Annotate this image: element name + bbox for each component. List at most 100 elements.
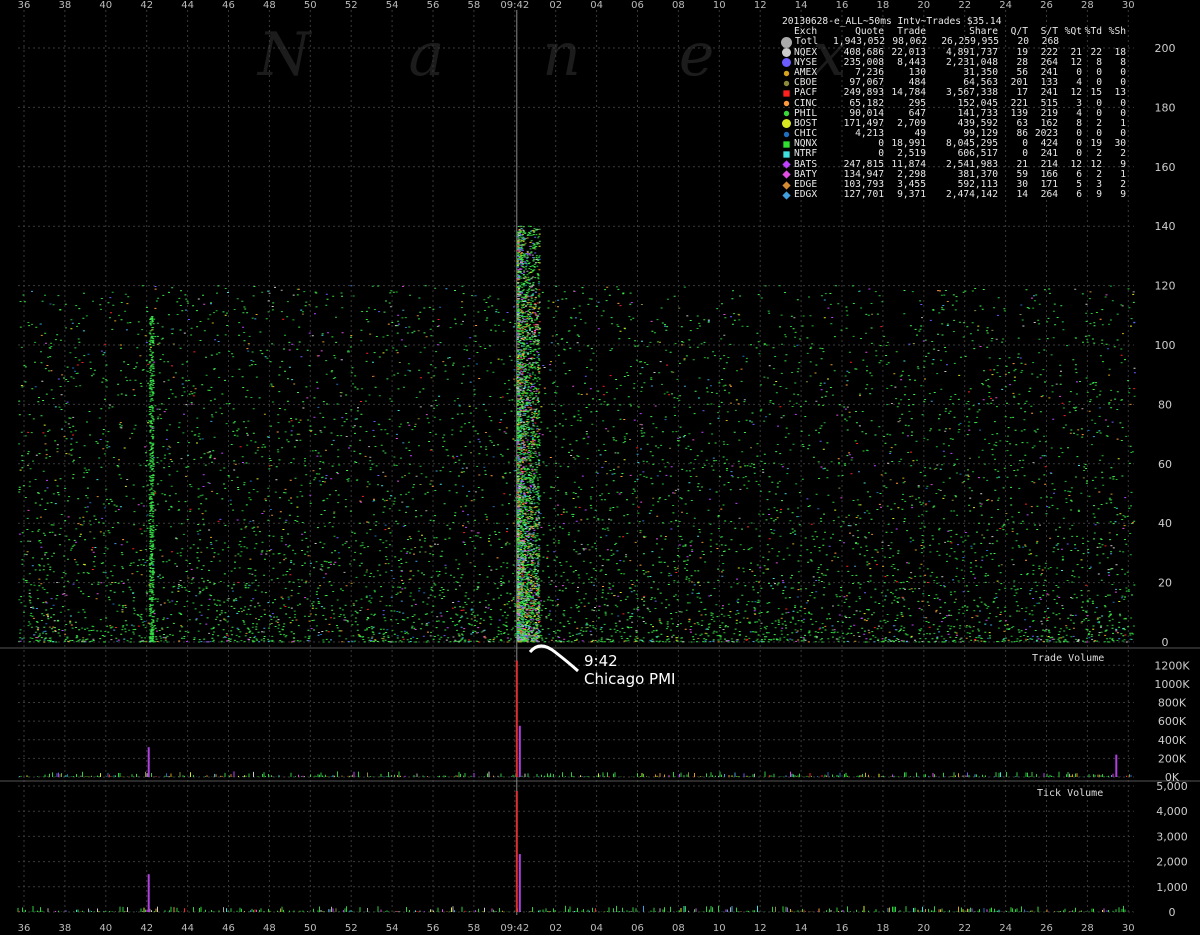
x-tick-top: 46	[222, 0, 235, 11]
stats-cell-t: 9,371	[897, 189, 926, 201]
trade-volume-bars	[64, 772, 1132, 777]
scatter-points	[26, 232, 1126, 643]
x-tick-bottom: 02	[549, 923, 562, 934]
y-tick-main: 160	[1155, 161, 1176, 174]
x-tick-bottom: 14	[795, 923, 808, 934]
trade-volume-bars	[19, 772, 1001, 777]
y-tick-volume: 1000K	[1154, 678, 1190, 691]
tick-volume-bars	[98, 905, 1103, 912]
exchange-marker-icon	[783, 111, 790, 117]
exchange-marker-icon	[782, 170, 791, 180]
y-tick-main: 180	[1155, 101, 1176, 114]
stats-cell-q: 4,213	[855, 128, 884, 140]
x-tick-top: 48	[263, 0, 276, 11]
exchange-marker-icon	[782, 191, 791, 200]
event-annotation: 9:42 Chicago PMI	[584, 652, 675, 688]
tick-volume-bars	[80, 908, 1081, 912]
stats-cell-ex: PACF	[794, 87, 818, 99]
exchange-marker-icon	[783, 80, 790, 86]
tick-volume-bars	[47, 906, 1133, 912]
exchange-marker-icon	[783, 141, 790, 148]
x-tick-top: 06	[631, 0, 644, 11]
stats-cell-qt: 14	[1016, 189, 1028, 201]
x-tick-top: 54	[386, 0, 399, 11]
stats-cell-st: 241	[1040, 87, 1058, 99]
x-tick-top: 36	[18, 0, 31, 11]
x-tick-top: 20	[917, 0, 930, 11]
x-tick-bottom: 08	[672, 923, 685, 934]
exchange-marker-icon	[782, 160, 791, 169]
y-tick-main: 40	[1158, 517, 1172, 530]
x-tick-top: 16	[836, 0, 849, 11]
x-tick-top: 12	[754, 0, 767, 11]
x-tick-bottom: 58	[468, 923, 481, 934]
stats-row: EDGX 127,701 9,371 2,474,142 14 264 6 9 9	[782, 189, 1127, 201]
scatter-points	[27, 226, 1113, 643]
y-tick-main: 80	[1158, 398, 1172, 411]
x-tick-bottom: 42	[140, 923, 153, 934]
tick-volume-layer	[17, 791, 1133, 912]
x-tick-bottom: 12	[754, 923, 767, 934]
x-tick-bottom: 28	[1081, 923, 1094, 934]
x-tick-bottom: 18	[877, 923, 890, 934]
event-time-label: 9:42	[584, 652, 618, 670]
x-tick-top: 14	[795, 0, 808, 11]
scatter-points	[18, 226, 1135, 643]
scatter-points	[32, 237, 1132, 643]
x-tick-bottom: 56	[427, 923, 440, 934]
y-tick-volume: 600K	[1158, 715, 1187, 728]
y-tick-tick: 3,000	[1156, 830, 1188, 843]
x-tick-bottom: 46	[222, 923, 235, 934]
x-tick-top: 02	[549, 0, 562, 11]
stats-cell-s: 3,567,338	[946, 87, 998, 99]
x-tick-bottom: 24	[999, 923, 1012, 934]
stats-cell-qt: 17	[1016, 87, 1028, 99]
x-tick-top: 56	[427, 0, 440, 11]
x-tick-top: 26	[1040, 0, 1053, 11]
trade-volume-bars	[41, 771, 1114, 777]
x-tick-bottom: 16	[836, 923, 849, 934]
y-tick-tick: 0	[1169, 906, 1176, 919]
scatter-points	[18, 237, 1127, 643]
exchange-marker-icon	[783, 151, 790, 158]
y-tick-tick: 1,000	[1156, 881, 1188, 894]
exchange-marker-icon	[782, 180, 791, 190]
scatter-points	[19, 230, 1135, 643]
trade-volume-bars	[122, 771, 1130, 777]
y-tick-volume: 200K	[1158, 752, 1187, 765]
exchange-marker-icon	[783, 131, 790, 137]
x-tick-top: 09:42	[500, 0, 529, 11]
exchange-stats-table: 20130628-e_ALL~50ms Intv~Trades $35.14 E…	[781, 16, 1127, 201]
trade-volume-bars	[152, 773, 967, 777]
x-tick-bottom: 36	[18, 923, 31, 934]
y-tick-tick: 5,000	[1156, 780, 1188, 793]
scatter-points	[21, 228, 1121, 643]
x-tick-bottom: 09:42	[500, 923, 529, 934]
x-tick-top: 58	[468, 0, 481, 11]
stats-cell-xt: 15	[1090, 87, 1102, 99]
y-tick-main: 100	[1155, 339, 1176, 352]
scatter-points	[19, 230, 1127, 643]
x-tick-bottom: 30	[1122, 923, 1135, 934]
x-tick-bottom: 26	[1040, 923, 1053, 934]
exchange-marker-icon	[783, 70, 790, 76]
x-tick-top: 22	[958, 0, 971, 11]
x-tick-top: 52	[345, 0, 358, 11]
trade-volume-bars	[44, 773, 896, 777]
header-spacer	[782, 28, 791, 37]
x-tick-bottom: 06	[631, 923, 644, 934]
x-tick-top: 04	[590, 0, 603, 11]
scatter-points	[19, 228, 1134, 643]
x-tick-bottom: 40	[99, 923, 112, 934]
annotation-arrow	[528, 644, 580, 673]
stats-row: PACF 249,893 14,784 3,567,338 17 241 12 15 13	[782, 88, 1127, 98]
y-tick-tick: 4,000	[1156, 805, 1188, 818]
stats-cell-ex: EDGX	[794, 189, 818, 201]
y-tick-volume: 800K	[1158, 697, 1187, 710]
stats-cell-q: 249,893	[843, 87, 884, 99]
stats-cell-s: 2,474,142	[946, 189, 998, 201]
x-tick-top: 50	[304, 0, 317, 11]
x-tick-top: 38	[59, 0, 72, 11]
stats-cell-st: 264	[1040, 189, 1058, 201]
scatter-points	[43, 263, 1124, 643]
